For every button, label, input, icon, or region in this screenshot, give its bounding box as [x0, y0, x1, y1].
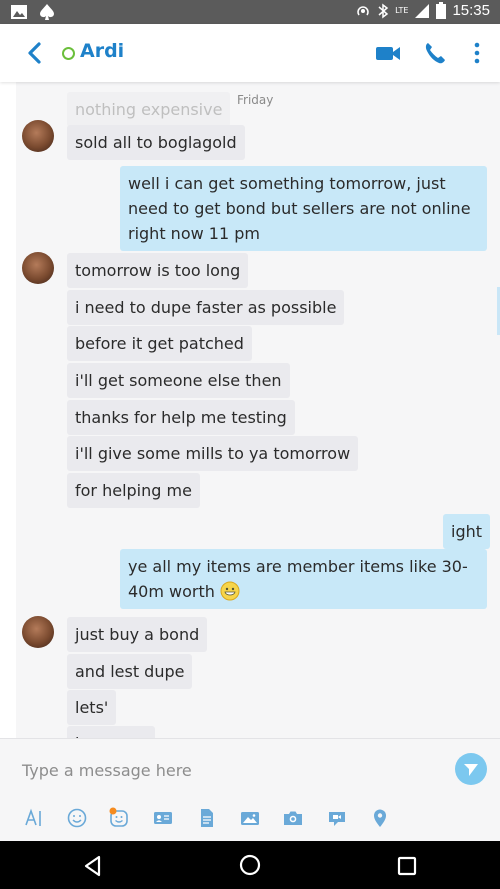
- message-incoming: sold all to boglagold: [67, 125, 245, 160]
- phone-icon[interactable]: [420, 38, 450, 68]
- sticker-icon[interactable]: [108, 807, 130, 829]
- more-icon[interactable]: [462, 38, 492, 68]
- left-gutter: [0, 82, 16, 738]
- video-message-icon[interactable]: [326, 807, 348, 829]
- message-incoming: and lest dupe: [67, 654, 193, 689]
- location-icon[interactable]: [369, 807, 391, 829]
- signal-icon: [415, 3, 430, 18]
- message-incoming: nothing expensive: [67, 92, 231, 127]
- message-outgoing: ight: [443, 514, 491, 549]
- message-input[interactable]: Type a message here: [22, 761, 192, 780]
- file-icon[interactable]: [196, 807, 218, 829]
- message-incoming: i'll give some mills to ya tomorrow: [67, 436, 359, 471]
- message-incoming: i need to dupe faster as possible: [67, 290, 345, 325]
- send-button[interactable]: [455, 753, 487, 785]
- contact-avatar[interactable]: [22, 616, 54, 648]
- conversation-header: Ardi: [0, 24, 500, 82]
- grin-emoji-icon: [220, 581, 240, 601]
- message-outgoing: ye all my items are member items like 30…: [120, 549, 487, 609]
- recents-nav-icon[interactable]: [394, 853, 420, 879]
- video-call-icon[interactable]: [373, 38, 403, 68]
- contact-card-icon[interactable]: [152, 807, 174, 829]
- system-navigation-bar: [0, 841, 500, 889]
- image-icon: [11, 5, 27, 19]
- message-incoming: before it get patched: [67, 326, 252, 361]
- message-incoming: for helping me: [67, 473, 200, 508]
- contact-name[interactable]: Ardi: [80, 40, 124, 62]
- camera-icon[interactable]: [282, 807, 304, 829]
- message-outgoing: well i can get something tomorrow, just …: [120, 166, 487, 251]
- home-nav-icon[interactable]: [237, 852, 263, 878]
- send-icon: [464, 764, 478, 776]
- message-incoming: thanks for help me testing: [67, 400, 295, 435]
- message-incoming: lets': [67, 690, 117, 725]
- back-arrow-icon[interactable]: [20, 38, 50, 68]
- message-incoming: just buy a bond: [67, 617, 208, 652]
- status-bar: LTE 15:35: [0, 0, 500, 24]
- battery-icon: [436, 2, 447, 19]
- composer: Type a message here: [0, 738, 500, 842]
- contact-avatar[interactable]: [22, 252, 54, 284]
- clock: 15:35: [452, 2, 490, 19]
- text-format-icon[interactable]: [23, 807, 45, 829]
- day-separator: Friday: [237, 93, 274, 107]
- contact-avatar[interactable]: [22, 120, 54, 152]
- hotspot-icon: [357, 5, 369, 15]
- spade-icon: [40, 4, 54, 20]
- message-incoming: l: [67, 726, 155, 738]
- message-list[interactable]: nothing expensive Friday sold all to bog…: [0, 82, 500, 738]
- emoji-icon[interactable]: [66, 807, 88, 829]
- presence-status-icon: [62, 47, 75, 60]
- back-nav-icon[interactable]: [80, 853, 106, 879]
- message-incoming: tomorrow is too long: [67, 253, 249, 288]
- message-text: ye all my items are member items like 30…: [128, 557, 468, 601]
- network-type: LTE: [395, 6, 409, 15]
- message-incoming: i'll get someone else then: [67, 363, 290, 398]
- photo-icon[interactable]: [239, 807, 261, 829]
- bluetooth-icon: [378, 3, 389, 18]
